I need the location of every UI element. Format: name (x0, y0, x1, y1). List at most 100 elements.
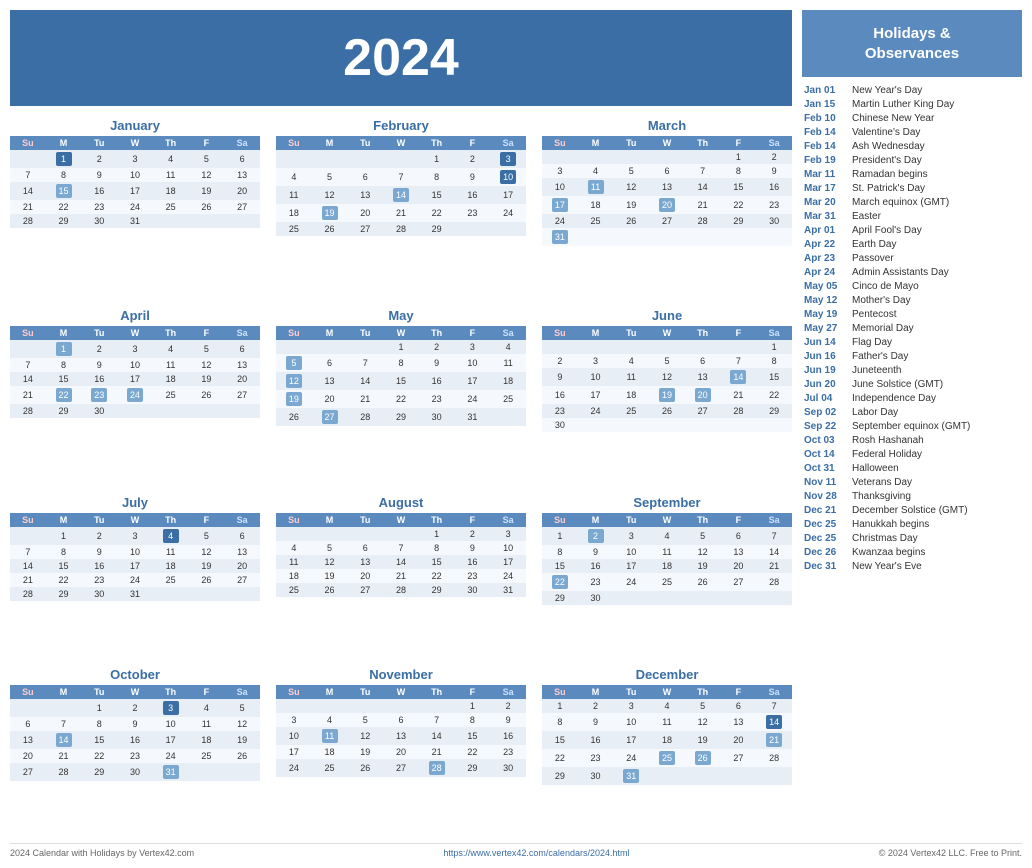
calendar-day: 20 (312, 390, 348, 408)
calendar-day (383, 527, 419, 541)
calendar-day (347, 150, 383, 168)
month-title: December (542, 667, 792, 682)
calendar-day: 3 (613, 699, 649, 713)
calendar-day: 25 (276, 222, 312, 236)
holiday-name: St. Patrick's Day (852, 183, 925, 194)
calendar-day: 28 (10, 214, 46, 228)
day-header: F (455, 513, 491, 527)
calendar-day (347, 340, 383, 354)
calendar-day: 14 (756, 713, 792, 731)
calendar-day (490, 408, 526, 426)
calendar-day: 21 (685, 196, 721, 214)
day-header: Tu (613, 136, 649, 150)
calendar-day: 1 (81, 699, 117, 717)
holiday-name: New Year's Eve (852, 561, 922, 572)
calendar-day: 4 (613, 354, 649, 368)
month-block: NovemberSuMTuWThFSa123456789101112131415… (276, 667, 526, 835)
calendar-day: 5 (312, 541, 348, 555)
calendar-day (224, 587, 260, 601)
calendar-day: 21 (721, 386, 757, 404)
calendar-day: 8 (542, 713, 578, 731)
month-block: AprilSuMTuWThFSa123456789101112131415161… (10, 308, 260, 482)
calendar-day: 28 (383, 222, 419, 236)
calendar-day: 5 (613, 164, 649, 178)
calendar-day (276, 150, 312, 168)
day-header: Sa (490, 513, 526, 527)
day-header: Tu (613, 513, 649, 527)
calendar-day: 30 (117, 763, 153, 781)
calendar-day (10, 527, 46, 545)
calendar-day: 7 (756, 699, 792, 713)
day-header: W (117, 136, 153, 150)
calendar-day: 31 (117, 214, 153, 228)
calendar-day (46, 699, 82, 717)
calendar-day: 15 (81, 731, 117, 749)
sidebar: Holidays &Observances Jan 01New Year's D… (802, 10, 1022, 835)
calendar-day (578, 228, 614, 246)
calendar-day (756, 591, 792, 605)
day-header: Su (10, 326, 46, 340)
day-header: Su (10, 685, 46, 699)
day-header: W (383, 685, 419, 699)
day-header: Th (419, 326, 455, 340)
holiday-date: Mar 20 (804, 197, 846, 208)
calendar-day: 3 (117, 340, 153, 358)
holiday-name: September equinox (GMT) (852, 421, 970, 432)
day-header: Th (685, 136, 721, 150)
calendar-day: 12 (347, 727, 383, 745)
calendar-day (721, 340, 757, 354)
calendar-day: 30 (455, 583, 491, 597)
calendar-day: 6 (312, 354, 348, 372)
day-header: Su (542, 513, 578, 527)
calendar-day: 31 (117, 587, 153, 601)
calendar-day: 28 (756, 749, 792, 767)
calendar-day: 16 (578, 731, 614, 749)
calendar-day: 2 (756, 150, 792, 164)
calendar-day: 13 (312, 372, 348, 390)
calendar-day: 24 (613, 749, 649, 767)
calendar-day: 12 (189, 168, 225, 182)
day-header: M (46, 685, 82, 699)
day-header: Th (153, 685, 189, 699)
calendar-day (153, 587, 189, 601)
day-header: Sa (756, 513, 792, 527)
month-title: November (276, 667, 526, 682)
calendar-day: 10 (117, 358, 153, 372)
months-grid: JanuarySuMTuWThFSa1234567891011121314151… (10, 118, 792, 835)
calendar-day: 1 (542, 527, 578, 545)
holiday-date: Apr 01 (804, 225, 846, 236)
calendar-day: 26 (685, 749, 721, 767)
calendar-day (153, 214, 189, 228)
day-header: Th (419, 513, 455, 527)
sidebar-header: Holidays &Observances (802, 10, 1022, 77)
calendar-day: 2 (81, 340, 117, 358)
calendar-day: 17 (117, 559, 153, 573)
calendar-day: 25 (312, 759, 348, 777)
day-header: M (312, 685, 348, 699)
calendar-day: 13 (224, 545, 260, 559)
day-header: F (455, 136, 491, 150)
day-header: F (721, 136, 757, 150)
holiday-name: Chinese New Year (852, 113, 934, 124)
calendar-day: 11 (490, 354, 526, 372)
calendar-day: 17 (613, 731, 649, 749)
calendar-day: 5 (347, 713, 383, 727)
calendar-day (649, 418, 685, 432)
calendar-day: 24 (455, 390, 491, 408)
calendar-day: 9 (117, 717, 153, 731)
holiday-row: Mar 20March equinox (GMT) (802, 195, 1022, 209)
calendar-day: 12 (613, 178, 649, 196)
calendar-day: 2 (81, 527, 117, 545)
calendar-day: 7 (347, 354, 383, 372)
calendar-grid: SuMTuWThFSa12345678910111213141516171819… (10, 685, 260, 781)
calendar-day: 23 (81, 386, 117, 404)
calendar-day: 18 (649, 731, 685, 749)
calendar-day: 27 (10, 763, 46, 781)
day-header: Tu (81, 513, 117, 527)
day-header: Th (685, 513, 721, 527)
calendar-day: 28 (347, 408, 383, 426)
calendar-day (455, 222, 491, 236)
day-header: W (117, 513, 153, 527)
calendar-day (685, 418, 721, 432)
calendar-day: 23 (578, 749, 614, 767)
